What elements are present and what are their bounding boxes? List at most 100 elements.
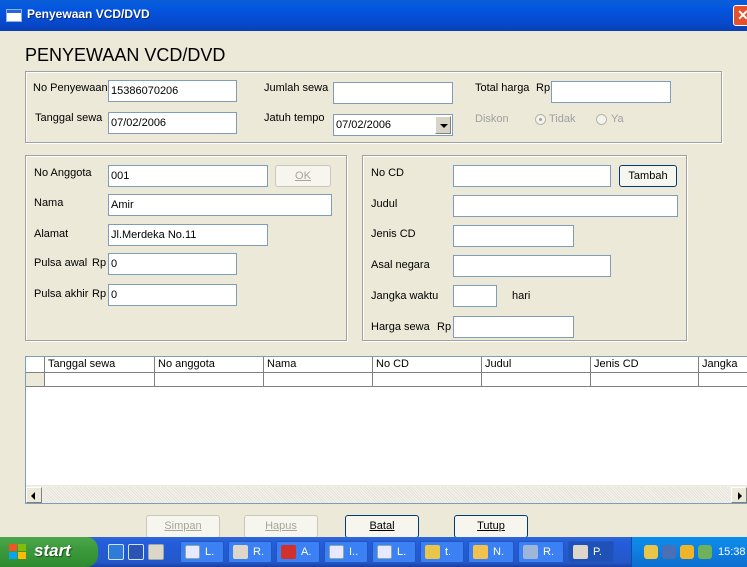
tutup-button-label: Tutup xyxy=(477,520,505,532)
grid-header-judul[interactable]: Judul xyxy=(482,357,591,373)
rental-grid[interactable]: Tanggal sewa No anggota Nama No CD Judul… xyxy=(25,356,747,504)
start-button[interactable]: start xyxy=(0,537,98,567)
taskbar-item-2[interactable]: R. xyxy=(228,541,272,563)
asal-negara-label: Asal negara xyxy=(371,259,430,271)
batal-button[interactable]: Batal xyxy=(345,515,419,538)
security-icon[interactable] xyxy=(680,545,694,559)
tambah-button[interactable]: Tambah xyxy=(619,165,677,187)
grid-row-indicator[interactable] xyxy=(26,373,45,387)
grid-cell[interactable] xyxy=(264,373,373,387)
jangka-waktu-field[interactable] xyxy=(453,285,497,307)
harga-sewa-field[interactable] xyxy=(453,316,574,338)
grid-header-jenis-cd[interactable]: Jenis CD xyxy=(591,357,699,373)
scroll-left-icon[interactable] xyxy=(26,487,42,503)
scroll-right-icon[interactable] xyxy=(731,487,747,503)
taskbar-item-8[interactable]: R. xyxy=(518,541,564,563)
grid-header-no-cd[interactable]: No CD xyxy=(373,357,482,373)
taskbar-item-7[interactable]: N. xyxy=(468,541,514,563)
grid-cell[interactable] xyxy=(155,373,264,387)
no-cd-label: No CD xyxy=(371,167,405,179)
simpan-button[interactable]: Simpan xyxy=(146,515,220,538)
grid-cell[interactable] xyxy=(45,373,155,387)
jatuh-tempo-label: Jatuh tempo xyxy=(264,112,325,124)
diskon-label: Diskon xyxy=(475,113,509,125)
jatuh-tempo-value: 07/02/2006 xyxy=(336,119,392,131)
jumlah-sewa-field[interactable] xyxy=(333,82,453,104)
grid-cell[interactable] xyxy=(591,373,699,387)
jangka-waktu-label: Jangka waktu xyxy=(371,290,439,302)
no-penyewaan-field[interactable]: 15386070206 xyxy=(108,80,237,102)
taskbar-item-6[interactable]: t. xyxy=(420,541,464,563)
taskbar-item-label: N. xyxy=(493,546,504,558)
chevron-down-icon[interactable] xyxy=(435,116,451,134)
no-cd-field[interactable] xyxy=(453,165,611,187)
hapus-button[interactable]: Hapus xyxy=(244,515,318,538)
tutup-button[interactable]: Tutup xyxy=(454,515,528,538)
app-icon xyxy=(425,545,440,559)
ie-icon[interactable] xyxy=(108,544,124,560)
system-tray: 15:38 xyxy=(631,537,747,567)
no-penyewaan-label: No Penyewaan xyxy=(33,82,108,94)
jatuh-tempo-select[interactable]: 07/02/2006 xyxy=(333,114,453,136)
nama-field[interactable]: Amir xyxy=(108,194,332,216)
diskon-ya-radio[interactable] xyxy=(596,114,607,125)
pulsa-awal-field[interactable]: 0 xyxy=(108,253,237,275)
grid-cell[interactable] xyxy=(373,373,482,387)
network-icon[interactable] xyxy=(698,545,712,559)
horizontal-scrollbar[interactable] xyxy=(26,485,747,503)
close-button[interactable]: ✕ xyxy=(733,5,747,26)
window-app-icon xyxy=(6,9,22,22)
ok-button[interactable]: OK xyxy=(275,165,331,187)
diskon-tidak-label: Tidak xyxy=(549,113,576,125)
total-harga-field[interactable] xyxy=(551,81,671,103)
pencil-icon[interactable] xyxy=(644,545,658,559)
title-bar[interactable]: Penyewaan VCD/DVD ✕ xyxy=(0,0,747,31)
jangka-waktu-unit: hari xyxy=(512,290,531,302)
hand-icon xyxy=(573,545,588,559)
tanggal-sewa-label: Tanggal sewa xyxy=(35,112,103,124)
judul-field[interactable] xyxy=(453,195,678,217)
taskbar-item-3[interactable]: A. xyxy=(276,541,320,563)
taskbar-item-label: R. xyxy=(543,546,554,558)
grid-header-nama[interactable]: Nama xyxy=(264,357,373,373)
diskon-tidak-radio[interactable] xyxy=(535,114,546,125)
scroll-track[interactable] xyxy=(43,487,732,503)
jenis-cd-label: Jenis CD xyxy=(371,228,416,240)
grid-header-no-anggota[interactable]: No anggota xyxy=(155,357,264,373)
tools-icon[interactable] xyxy=(662,545,676,559)
jenis-cd-field[interactable] xyxy=(453,225,574,247)
clock[interactable]: 15:38 xyxy=(718,546,746,558)
grid-corner xyxy=(26,357,45,373)
harga-sewa-label: Harga sewa xyxy=(371,321,430,333)
taskbar-item-label: P. xyxy=(593,546,602,558)
taskbar-item-9[interactable]: P. xyxy=(568,541,614,563)
taskbar-item-4[interactable]: I.. xyxy=(324,541,368,563)
judul-label: Judul xyxy=(371,198,398,210)
grid-cell[interactable] xyxy=(699,373,747,387)
taskbar-item-label: L. xyxy=(205,546,215,558)
hand-icon[interactable] xyxy=(148,544,164,560)
no-anggota-label: No Anggota xyxy=(34,167,92,179)
simpan-button-label: Simpan xyxy=(164,520,202,532)
grid-header-tanggal-sewa[interactable]: Tanggal sewa xyxy=(45,357,155,373)
page-title: PENYEWAAN VCD/DVD xyxy=(25,45,226,65)
taskbar-item-1[interactable]: L. xyxy=(180,541,224,563)
tanggal-sewa-field[interactable]: 07/02/2006 xyxy=(108,112,237,134)
taskbar-item-5[interactable]: L. xyxy=(372,541,416,563)
folder-icon xyxy=(473,545,488,559)
alamat-field[interactable]: Jl.Merdeka No.11 xyxy=(108,224,268,246)
no-anggota-field[interactable]: 001 xyxy=(108,165,268,187)
word-icon xyxy=(377,545,392,559)
asal-negara-field[interactable] xyxy=(453,255,611,277)
batal-button-label: Batal xyxy=(369,520,395,532)
diskon-ya-label: Ya xyxy=(611,113,624,125)
app-icon xyxy=(523,545,538,559)
acrobat-icon xyxy=(281,545,296,559)
start-label: start xyxy=(34,541,71,560)
pulsa-akhir-field[interactable]: 0 xyxy=(108,284,237,306)
alamat-label: Alamat xyxy=(34,228,69,240)
grid-header-jangka[interactable]: Jangka xyxy=(699,357,747,373)
taskbar-item-label: R. xyxy=(253,546,264,558)
word-icon[interactable] xyxy=(128,544,144,560)
grid-cell[interactable] xyxy=(482,373,591,387)
